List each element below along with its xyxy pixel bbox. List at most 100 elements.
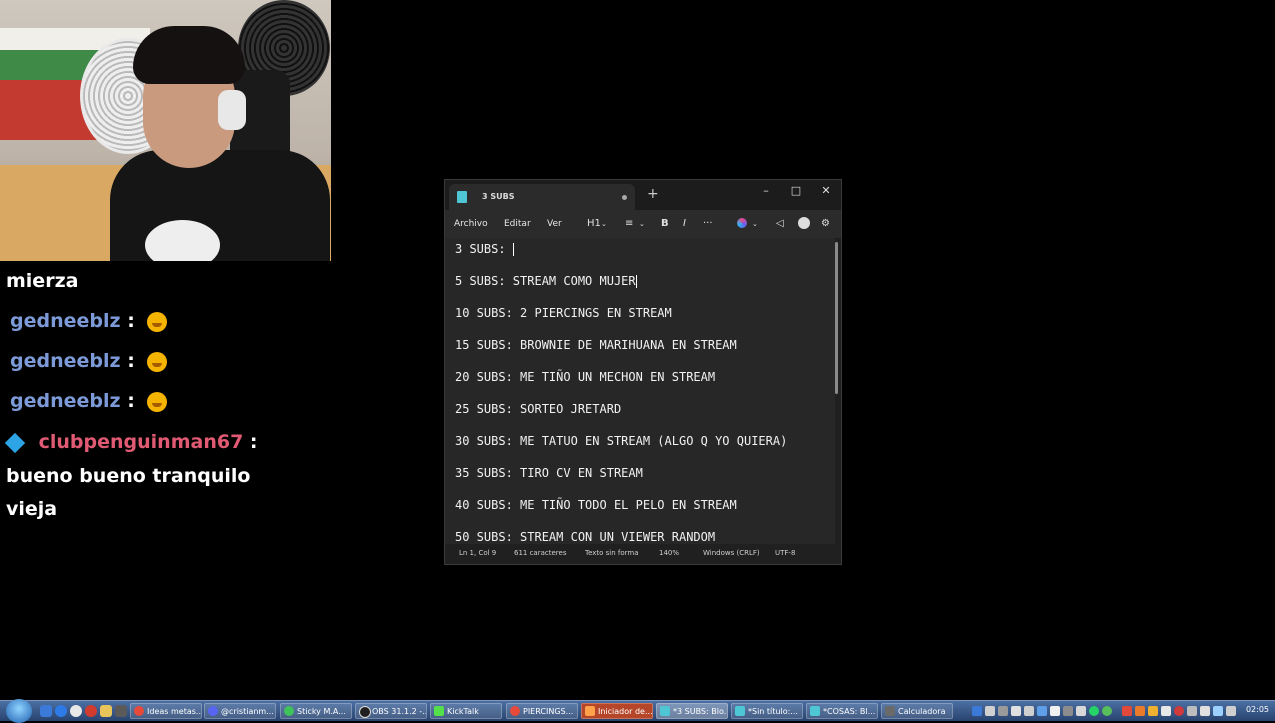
- tray-icon[interactable]: [1037, 706, 1047, 716]
- character-count: 611 caracteres: [514, 549, 567, 557]
- tray-icon[interactable]: [1174, 706, 1184, 716]
- chrome-icon[interactable]: [70, 705, 82, 717]
- list-icon[interactable]: ≡: [625, 218, 633, 229]
- menu-bar: Archivo Editar Ver H1 ⌄ ≡ ⌄ B I ··· ⌄ ◁ …: [445, 210, 841, 238]
- chat-username: gedneeblz: [10, 390, 121, 412]
- zoom-level[interactable]: 140%: [659, 549, 679, 557]
- chevron-down-icon[interactable]: ⌄: [752, 220, 758, 228]
- task-button[interactable]: @cristianm...: [204, 703, 276, 719]
- menu-file[interactable]: Archivo: [454, 219, 488, 229]
- notepad-icon: [660, 706, 670, 716]
- text-line[interactable]: 30 SUBS: ME TATUO EN STREAM (ALGO Q YO Q…: [455, 434, 787, 448]
- encoding[interactable]: UTF-8: [775, 549, 795, 557]
- text-format[interactable]: Texto sin forma: [585, 549, 639, 557]
- task-button[interactable]: Calculadora: [881, 703, 953, 719]
- obs-icon: [359, 706, 371, 718]
- tray-icon[interactable]: [1011, 706, 1021, 716]
- tray-icon[interactable]: [972, 706, 982, 716]
- text-editor[interactable]: 3 SUBS: 5 SUBS: STREAM COMO MUJER 10 SUB…: [445, 238, 835, 546]
- text-line[interactable]: 40 SUBS: ME TIÑO TODO EL PELO EN STREAM: [455, 498, 737, 512]
- more-options-button[interactable]: ···: [703, 218, 713, 229]
- chat-message: gedneeblz :: [10, 390, 168, 412]
- task-button[interactable]: Sticky M.A...: [280, 703, 352, 719]
- spotify-icon: [284, 706, 294, 716]
- start-button[interactable]: [6, 699, 32, 723]
- headphones: [218, 90, 246, 130]
- whatsapp-icon[interactable]: [1089, 706, 1099, 716]
- tray-icon[interactable]: [1135, 706, 1145, 716]
- chat-username: clubpenguinman67: [38, 431, 244, 453]
- menu-view[interactable]: Ver: [547, 219, 562, 229]
- text-line[interactable]: 15 SUBS: BROWNIE DE MARIHUANA EN STREAM: [455, 338, 737, 352]
- opera-icon[interactable]: [85, 705, 97, 717]
- close-button[interactable]: ✕: [813, 184, 839, 197]
- app-icon: [585, 706, 595, 716]
- task-button[interactable]: KickTalk: [430, 703, 502, 719]
- text-line[interactable]: 50 SUBS: STREAM CON UN VIEWER RANDOM: [455, 530, 715, 544]
- chevron-down-icon[interactable]: ⌄: [639, 220, 645, 228]
- text-line[interactable]: 10 SUBS: 2 PIERCINGS EN STREAM: [455, 306, 672, 320]
- calculator-icon: [885, 706, 895, 716]
- text-line[interactable]: 5 SUBS: STREAM COMO MUJER: [455, 274, 637, 288]
- tray-icon[interactable]: [1076, 706, 1086, 716]
- chat-message-text: bueno bueno tranquilo: [6, 465, 251, 487]
- task-button[interactable]: *Sin título:...: [731, 703, 803, 719]
- task-button[interactable]: PIERCINGS...: [506, 703, 578, 719]
- chevron-down-icon[interactable]: ⌄: [601, 220, 607, 228]
- tray-icon[interactable]: [985, 706, 995, 716]
- gear-icon[interactable]: ⚙: [821, 218, 830, 229]
- text-line[interactable]: 35 SUBS: TIRO CV EN STREAM: [455, 466, 643, 480]
- tray-icon[interactable]: [1213, 706, 1223, 716]
- tray-icon[interactable]: [1122, 706, 1132, 716]
- tray-icon[interactable]: [1148, 706, 1158, 716]
- volume-icon[interactable]: [1200, 706, 1210, 716]
- task-button[interactable]: OBS 31.1.2 -...: [355, 703, 427, 719]
- vertical-scrollbar[interactable]: [835, 242, 838, 394]
- text-line[interactable]: 25 SUBS: SORTEO JRETARD: [455, 402, 621, 416]
- notepad-icon: [457, 191, 467, 203]
- notepad-icon: [735, 706, 745, 716]
- tab-title: 3 SUBS: [482, 192, 515, 201]
- streamer-hair: [133, 26, 245, 84]
- cursor-position: Ln 1, Col 9: [459, 549, 497, 557]
- maximize-button[interactable]: □: [783, 184, 809, 197]
- text-line[interactable]: 3 SUBS:: [455, 242, 514, 256]
- copilot-icon[interactable]: [737, 218, 747, 228]
- streamer-body: [110, 150, 330, 261]
- tray-icon[interactable]: [1226, 706, 1236, 716]
- chrome-icon: [510, 706, 520, 716]
- chat-message-text: vieja: [6, 498, 58, 520]
- task-button-active[interactable]: *3 SUBS: Blo...: [656, 703, 728, 719]
- tray-icon[interactable]: [1050, 706, 1060, 716]
- tray-icon[interactable]: [1024, 706, 1034, 716]
- folder-icon[interactable]: [100, 705, 112, 717]
- line-ending[interactable]: Windows (CRLF): [703, 549, 760, 557]
- chat-message-text: mierza: [6, 270, 79, 292]
- tab-bar: 3 SUBS + – □ ✕: [445, 180, 841, 210]
- tab-3-subs[interactable]: 3 SUBS: [449, 184, 635, 210]
- network-icon[interactable]: [1187, 706, 1197, 716]
- minimize-button[interactable]: –: [753, 184, 779, 197]
- bold-button[interactable]: B: [661, 218, 669, 229]
- tray-icon[interactable]: [1161, 706, 1171, 716]
- text-cursor: [512, 243, 514, 256]
- chrome-icon: [134, 706, 144, 716]
- tray-icon[interactable]: [998, 706, 1008, 716]
- italic-button[interactable]: I: [683, 218, 686, 229]
- clock[interactable]: 02:05: [1246, 705, 1269, 714]
- app-icon[interactable]: [115, 705, 127, 717]
- account-icon[interactable]: [798, 217, 810, 229]
- task-button[interactable]: *COSAS: Bl...: [806, 703, 878, 719]
- tray-icon[interactable]: [1063, 706, 1073, 716]
- text-line[interactable]: 20 SUBS: ME TIÑO UN MECHON EN STREAM: [455, 370, 715, 384]
- task-button[interactable]: Iniciador de...: [581, 703, 653, 719]
- heading-dropdown[interactable]: H1: [587, 218, 601, 229]
- unsaved-dot-icon[interactable]: [622, 195, 627, 200]
- tray-icon[interactable]: [1102, 706, 1112, 716]
- task-button[interactable]: Ideas metas...: [130, 703, 202, 719]
- new-tab-button[interactable]: +: [647, 186, 659, 202]
- menu-edit[interactable]: Editar: [504, 219, 531, 229]
- desktop-icon[interactable]: [40, 705, 52, 717]
- edge-icon[interactable]: [55, 705, 67, 717]
- share-icon[interactable]: ◁: [776, 218, 784, 229]
